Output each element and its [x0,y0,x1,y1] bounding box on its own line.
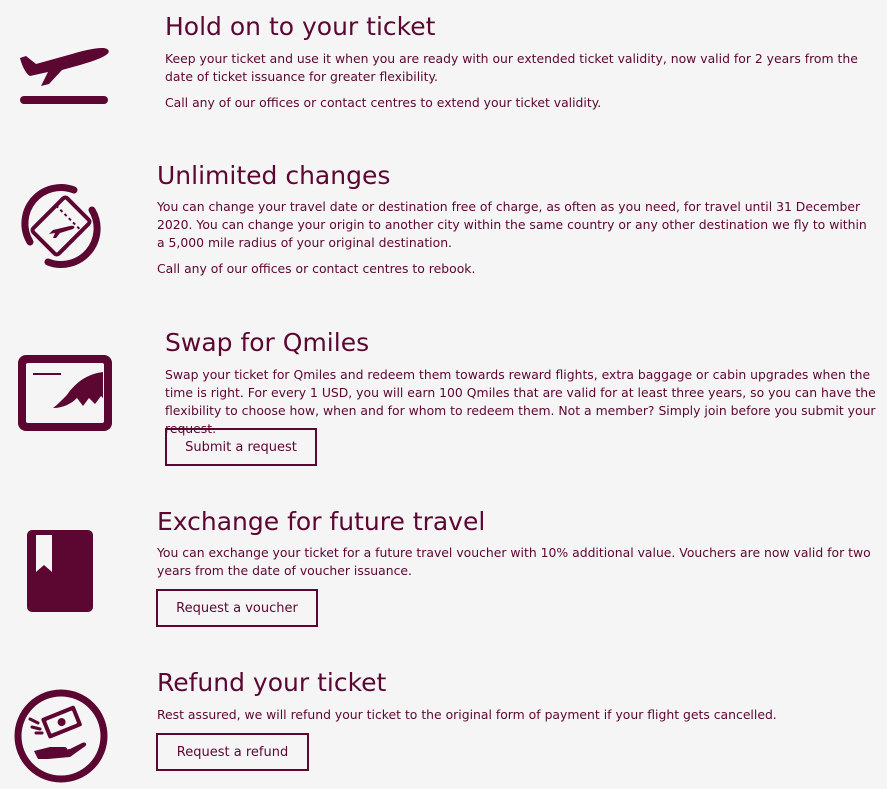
section-text: Keep your ticket and use it when you are… [165,51,858,84]
section-text: Rest assured, we will refund your ticket… [157,707,777,722]
voucher-book-icon [26,529,94,617]
section-title: Hold on to your ticket [165,12,436,41]
section-text: Call any of our offices or contact centr… [157,261,476,276]
section-title: Exchange for future travel [157,507,486,536]
section-text: You can exchange your ticket for a futur… [157,545,871,578]
section-title: Refund your ticket [157,668,387,697]
submit-request-button[interactable]: Submit a request [165,428,317,466]
section-text: You can change your travel date or desti… [157,199,867,250]
section-title: Swap for Qmiles [165,328,370,357]
airplane-takeoff-icon [16,44,112,112]
qmiles-card-icon [17,354,113,436]
request-voucher-button[interactable]: Request a voucher [156,589,318,627]
section-text: Call any of our offices or contact centr… [165,95,602,110]
refund-money-icon [14,689,108,787]
section-title: Unlimited changes [157,161,391,190]
request-refund-button[interactable]: Request a refund [156,733,309,771]
ticket-rotate-icon [16,182,106,274]
